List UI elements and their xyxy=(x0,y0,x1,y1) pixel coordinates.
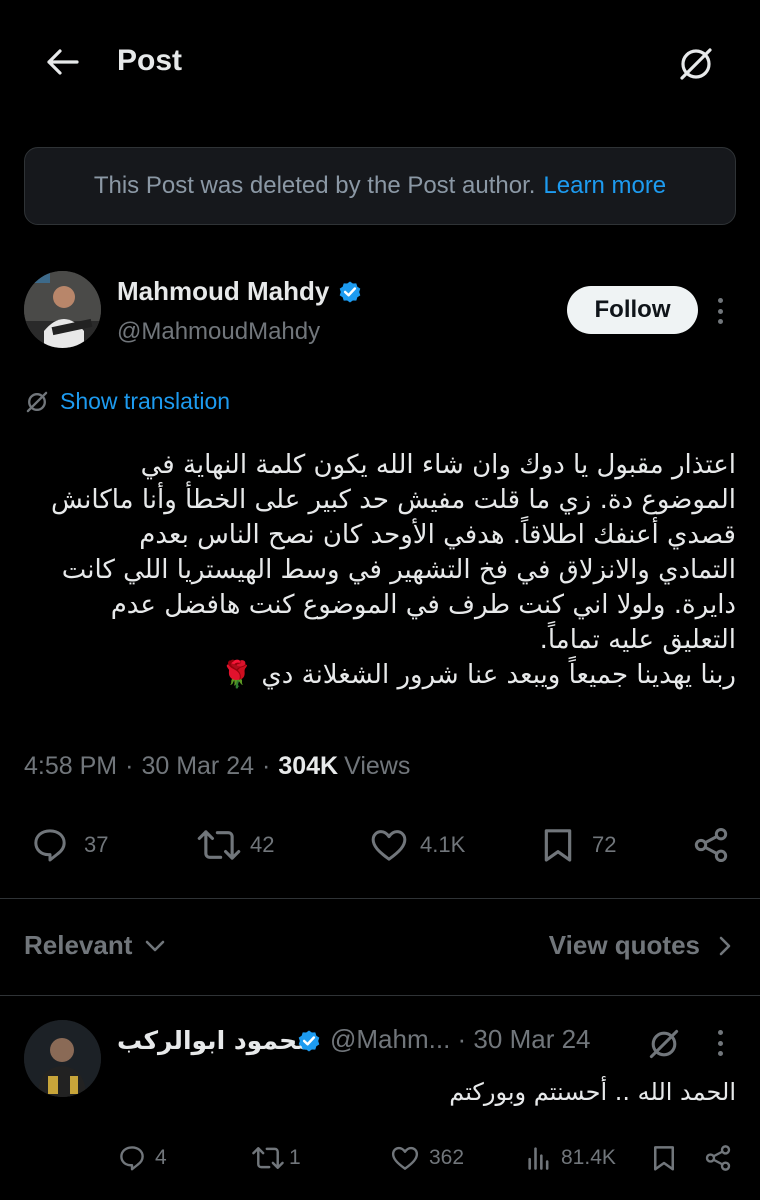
tweet-line: اعتذار مقبول يا دوك وان شاء الله يكون كل… xyxy=(140,450,736,480)
verified-badge-icon xyxy=(296,1028,322,1059)
repost-icon xyxy=(252,1147,284,1169)
divider xyxy=(0,995,760,996)
like-button[interactable]: 362 xyxy=(389,1140,464,1176)
heart-icon xyxy=(371,830,407,861)
author-name[interactable]: Mahmoud Mahdy xyxy=(117,276,363,307)
author-handle[interactable]: @MahmoudMahdy xyxy=(117,318,320,346)
reply-handle[interactable]: @Mahm... xyxy=(330,1024,450,1054)
tweet-actions: 37 42 4.1K 72 xyxy=(24,820,736,870)
divider xyxy=(0,898,760,899)
reply-handle-date: @Mahm... · 30 Mar 24 xyxy=(330,1024,591,1055)
views-label: Views xyxy=(344,752,411,780)
chevron-down-icon xyxy=(146,940,165,951)
reply-text: الحمد الله .. أحسنتم وبوركتم xyxy=(449,1078,736,1106)
bookmark-icon xyxy=(544,829,572,862)
tweet-line: قصدي أعنفك اطلاقاً. هدفي الأوحد كان نصح … xyxy=(139,520,736,550)
author-avatar[interactable] xyxy=(24,271,101,348)
show-translation-button[interactable]: Show translation xyxy=(24,388,230,415)
repost-count: 42 xyxy=(250,832,275,857)
share-icon xyxy=(705,1145,731,1171)
avatar-image xyxy=(24,271,101,348)
tweet-date[interactable]: 30 Mar 24 xyxy=(141,752,254,781)
sort-label: Relevant xyxy=(24,930,133,960)
page-title: Post xyxy=(117,44,183,77)
tweet-meta: 4:58 PM · 30 Mar 24 · 304K Views xyxy=(24,752,410,781)
follow-button[interactable]: Follow xyxy=(567,286,698,334)
reply-more-options-icon[interactable] xyxy=(708,1028,732,1058)
reply-author-name[interactable]: محمود ابوالركب xyxy=(117,1026,313,1055)
tweet-line: التعليق عليه تماماً. xyxy=(539,625,736,655)
meta-separator: · xyxy=(125,752,134,780)
share-icon xyxy=(694,828,728,862)
like-count: 4.1K xyxy=(420,832,466,857)
meta-separator: · xyxy=(262,752,271,780)
analytics-icon xyxy=(528,1147,549,1170)
arrow-left-icon xyxy=(47,49,79,75)
bookmark-button[interactable] xyxy=(649,1140,679,1176)
repost-button[interactable]: 42 xyxy=(196,820,274,870)
reply-actions: 4 1 362 81.4K xyxy=(117,1140,736,1176)
tweet-line: دايرة. ولولا اني كنت طرف في الموضوع كنت … xyxy=(110,590,736,620)
tweet-text: اعتذار مقبول يا دوك وان شاء الله يكون كل… xyxy=(24,448,736,693)
grok-button[interactable] xyxy=(672,40,720,88)
heart-icon xyxy=(391,1146,419,1170)
grok-icon xyxy=(680,48,712,80)
views-count: 81.4K xyxy=(561,1146,616,1169)
avatar-image xyxy=(24,1020,101,1097)
top-bar: Post xyxy=(0,0,760,124)
grok-button[interactable] xyxy=(646,1026,682,1062)
tweet-time[interactable]: 4:58 PM xyxy=(24,752,117,781)
reply-icon xyxy=(34,829,66,862)
like-count: 362 xyxy=(429,1146,465,1169)
chevron-right-icon xyxy=(719,936,731,955)
bookmark-button[interactable]: 72 xyxy=(538,820,616,870)
more-options-icon[interactable] xyxy=(708,296,732,326)
share-button[interactable] xyxy=(690,820,732,870)
grok-icon xyxy=(649,1029,679,1059)
learn-more-link[interactable]: Learn more xyxy=(543,172,666,200)
reply-button[interactable]: 4 xyxy=(117,1140,167,1176)
repost-icon xyxy=(197,830,241,860)
reply-button[interactable]: 37 xyxy=(30,820,108,870)
tweet-line: الموضوع دة. زي ما قلت مفيش حد كبير على ا… xyxy=(51,485,736,515)
sort-dropdown[interactable]: Relevant xyxy=(24,930,166,961)
bookmark-count: 72 xyxy=(592,832,617,857)
reply-count: 37 xyxy=(84,832,109,857)
views-count[interactable]: 304K xyxy=(278,752,338,781)
verified-badge-icon xyxy=(337,279,363,305)
bookmark-icon xyxy=(654,1146,674,1171)
reply-count: 4 xyxy=(155,1146,167,1169)
deleted-notice: This Post was deleted by the Post author… xyxy=(24,147,736,225)
repost-count: 1 xyxy=(289,1146,301,1169)
author-name-text: Mahmoud Mahdy xyxy=(117,276,330,306)
grok-icon xyxy=(26,391,48,412)
reply-icon xyxy=(120,1146,144,1171)
tweet-line: ربنا يهدينا جميعاً ويبعد عنا شرور الشغلا… xyxy=(220,660,736,690)
view-quotes-label: View quotes xyxy=(548,930,700,960)
like-button[interactable]: 4.1K xyxy=(368,820,465,870)
show-translation-label: Show translation xyxy=(60,388,231,414)
back-button[interactable] xyxy=(40,42,84,82)
reply-date[interactable]: · 30 Mar 24 xyxy=(458,1024,591,1054)
view-quotes-link[interactable]: View quotes xyxy=(549,930,732,961)
tweet-line: التمادي والانزلاق في فخ التشهير في وسط ا… xyxy=(61,555,736,585)
deleted-notice-text: This Post was deleted by the Post author… xyxy=(93,172,536,199)
share-button[interactable] xyxy=(703,1140,733,1176)
views-button[interactable]: 81.4K xyxy=(525,1140,616,1176)
repost-button[interactable]: 1 xyxy=(251,1140,301,1176)
reply-avatar[interactable] xyxy=(24,1020,101,1097)
